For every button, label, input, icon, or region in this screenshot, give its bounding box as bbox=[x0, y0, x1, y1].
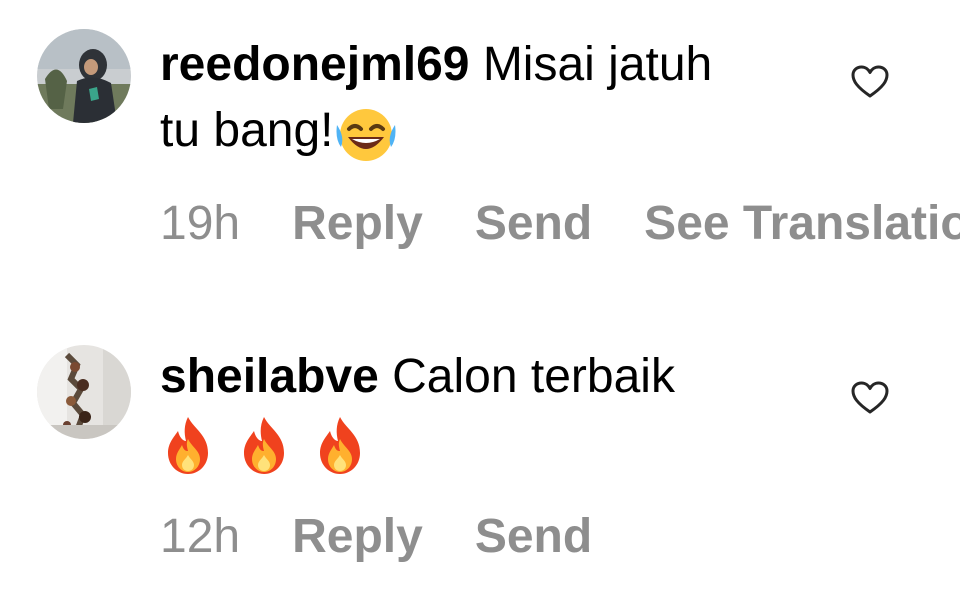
face-with-tears-of-joy-icon bbox=[333, 103, 399, 163]
like-heart-icon[interactable] bbox=[851, 381, 889, 415]
like-heart-icon[interactable] bbox=[851, 65, 889, 99]
emoji-group bbox=[160, 413, 368, 477]
comment-body: reedonejml69 Misai jatuh tu bang! bbox=[160, 32, 720, 164]
comment-username[interactable]: reedonejml69 bbox=[160, 38, 469, 91]
fire-icon bbox=[160, 413, 216, 477]
comment-actions: 12h Reply Send bbox=[160, 509, 644, 564]
comment-timestamp: 12h bbox=[160, 510, 241, 563]
avatar[interactable] bbox=[37, 29, 131, 123]
reply-button[interactable]: Reply bbox=[292, 509, 423, 564]
avatar[interactable] bbox=[37, 345, 131, 439]
comment-item: reedonejml69 Misai jatuh tu bang! 19h Re… bbox=[0, 0, 960, 300]
fire-icon bbox=[236, 413, 292, 477]
comment-item: sheilabve Calon terbaik 12h Reply Send bbox=[0, 318, 960, 605]
reply-button[interactable]: Reply bbox=[292, 196, 423, 251]
comment-username[interactable]: sheilabve bbox=[160, 350, 379, 403]
send-button[interactable]: Send bbox=[475, 509, 592, 564]
comment-text: Calon terbaik bbox=[392, 350, 675, 403]
comment-body: sheilabve Calon terbaik bbox=[160, 344, 780, 477]
comment-timestamp: 19h bbox=[160, 197, 241, 250]
see-translation-button[interactable]: See Translation bbox=[644, 196, 960, 251]
send-button[interactable]: Send bbox=[475, 196, 592, 251]
fire-icon bbox=[312, 413, 368, 477]
comment-actions: 19h Reply Send See Translation bbox=[160, 196, 960, 251]
